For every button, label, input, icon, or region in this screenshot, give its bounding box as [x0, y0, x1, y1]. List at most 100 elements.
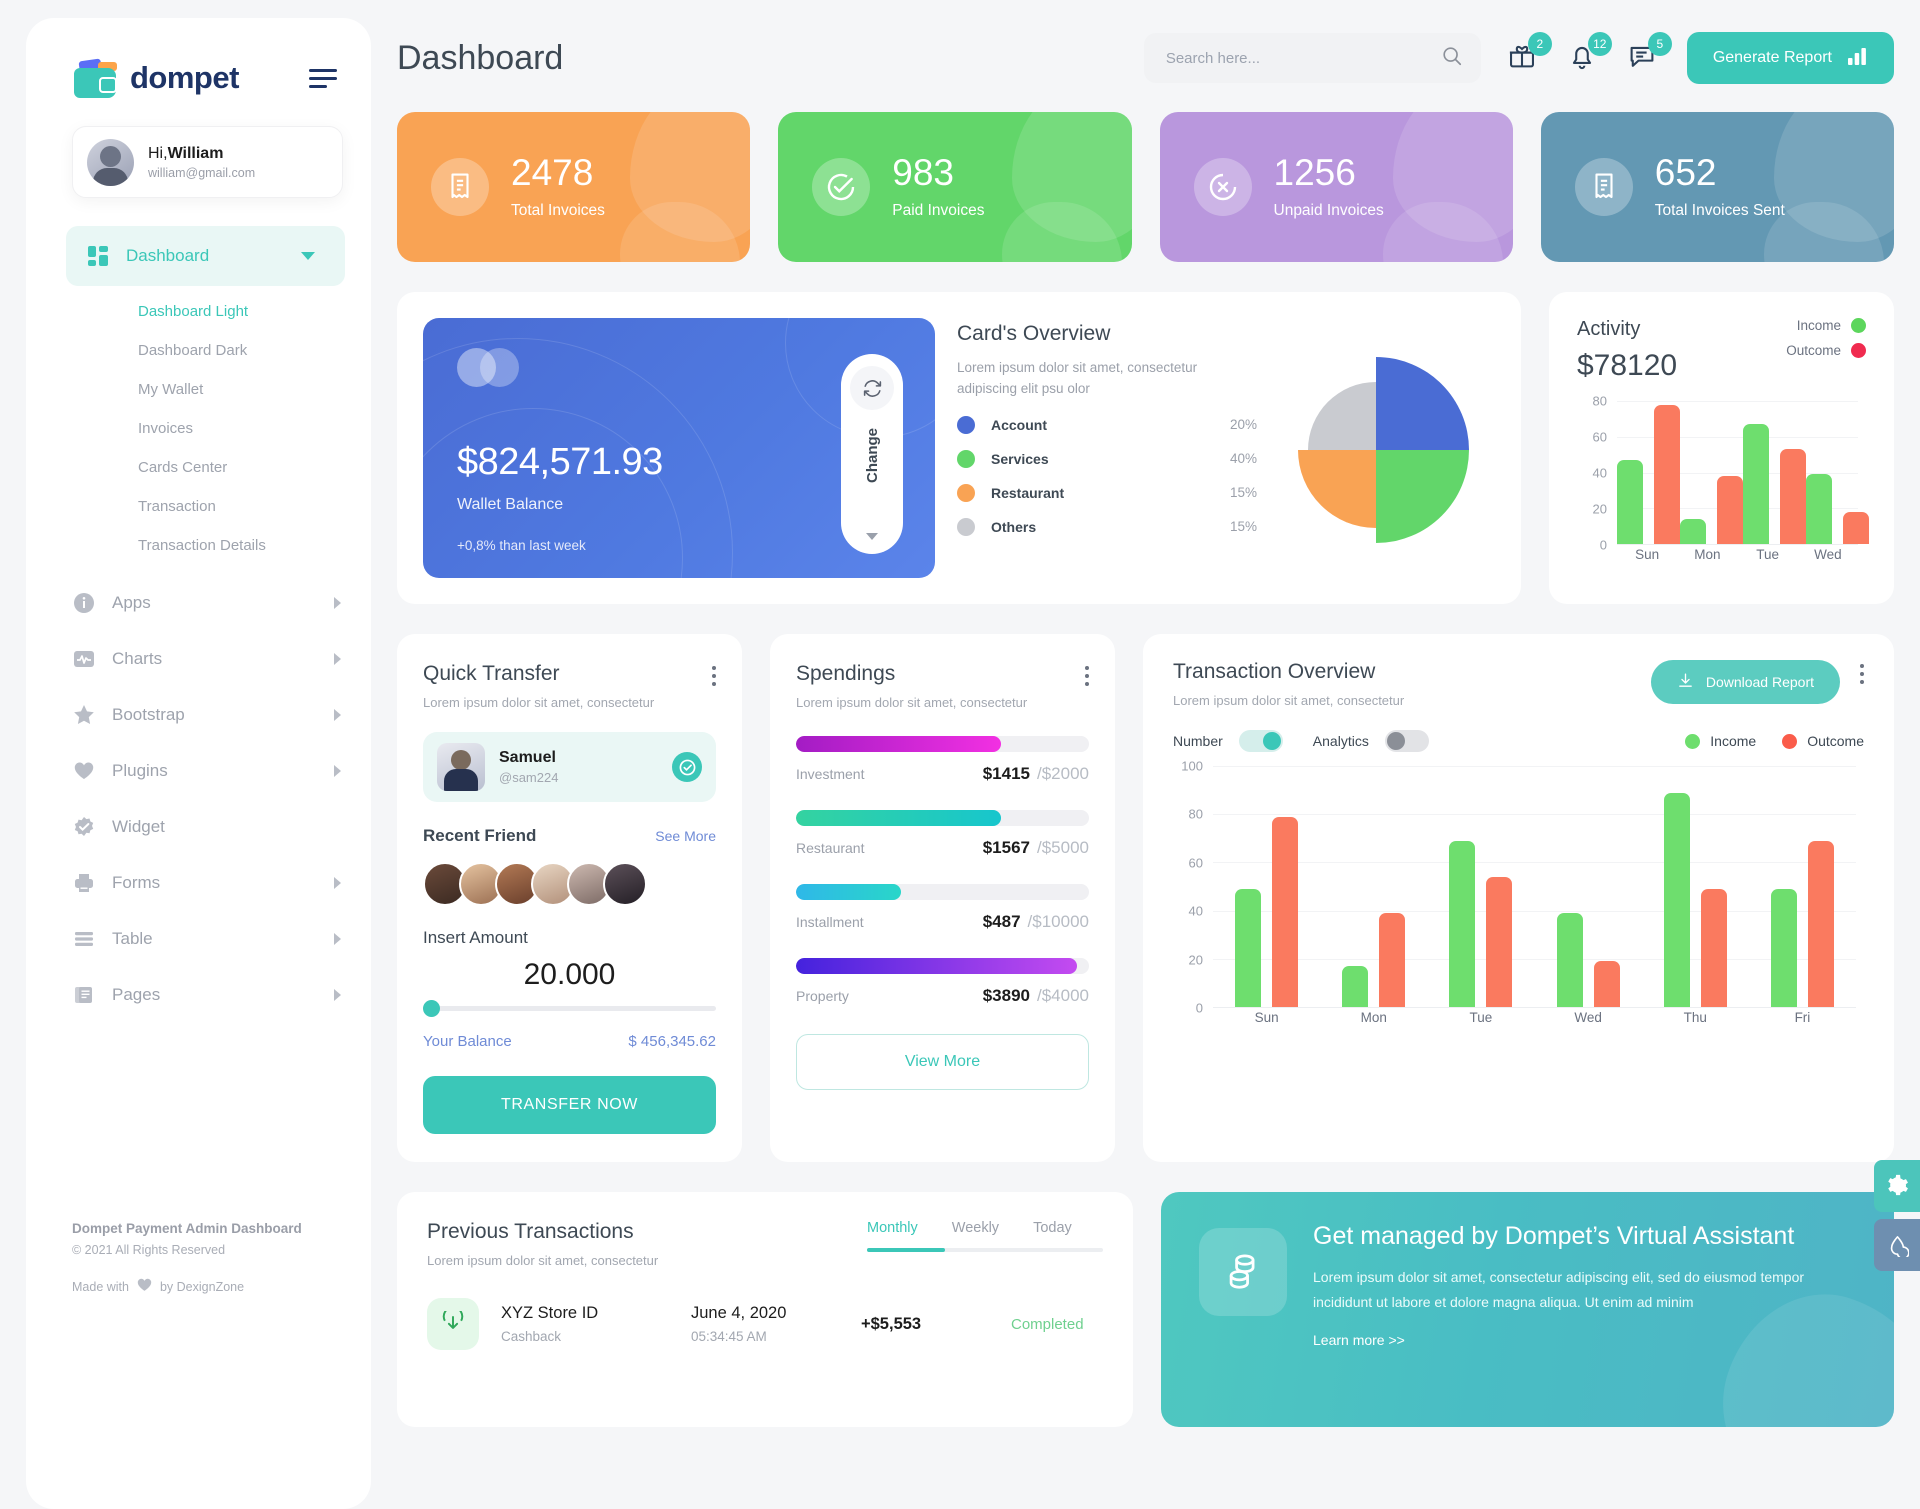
bar-outcome	[1780, 449, 1806, 544]
cards-overview-text: Card's Overview Lorem ipsum dolor sit am…	[957, 322, 1257, 578]
invoice-icon	[431, 158, 489, 216]
sidebar-item-dashboard[interactable]: Dashboard	[66, 226, 345, 286]
arrow-down-circle-icon	[427, 1298, 479, 1350]
avatar	[87, 138, 134, 186]
bar-income	[1806, 474, 1832, 544]
generate-report-label: Generate Report	[1712, 49, 1832, 66]
bar-income	[1449, 840, 1476, 1007]
bar-group-mon	[1680, 401, 1743, 544]
progress-fill	[796, 884, 902, 900]
chevron-right-icon	[334, 933, 341, 945]
sidebar-subitem-my-wallet[interactable]: My Wallet	[26, 370, 371, 409]
sidebar-subitem-cards-center[interactable]: Cards Center	[26, 448, 371, 487]
sidebar-item-label: Table	[112, 929, 153, 948]
see-more-link[interactable]: See More	[655, 828, 716, 844]
sidebar-item-pages[interactable]: Pages	[26, 967, 371, 1023]
legend-label: Income	[1796, 318, 1841, 333]
refresh-icon[interactable]	[850, 366, 894, 410]
wallet-balance-card[interactable]: $824,571.93 Wallet Balance +0,8% than la…	[423, 318, 935, 578]
analytics-toggle[interactable]	[1384, 730, 1429, 752]
more-vertical-icon[interactable]	[1085, 662, 1089, 686]
stat-value: 2478	[511, 152, 594, 193]
activity-plot	[1617, 401, 1869, 545]
gift-icon[interactable]: 2	[1507, 32, 1552, 75]
bar-chart-icon	[1848, 47, 1868, 70]
download-report-button[interactable]: Download Report	[1650, 660, 1840, 704]
transaction-y-axis: 100 80 60 40 20 0	[1173, 759, 1209, 1016]
search-input[interactable]	[1165, 49, 1441, 67]
sidebar-item-charts[interactable]: Charts	[26, 631, 371, 687]
bar-income	[1663, 792, 1690, 1007]
sidebar-item-plugins[interactable]: Plugins	[26, 743, 371, 799]
app-root: dompet Hi,William william@gmail.com Dash…	[0, 0, 1920, 1509]
sidebar-item-apps[interactable]: Apps	[26, 575, 371, 631]
profile-greeting: Hi,William	[148, 144, 224, 162]
sidebar-subitem-dashboard-dark[interactable]: Dashboard Dark	[26, 331, 371, 370]
bar-group-wed	[1806, 401, 1869, 544]
stat-card-total-invoices[interactable]: 2478 Total Invoices	[397, 112, 751, 262]
wallet-change-label: Change	[863, 428, 881, 484]
generate-report-button[interactable]: Generate Report	[1686, 32, 1894, 84]
main-content: Dashboard 2 12 5	[371, 0, 1920, 1509]
x-circle-icon	[1193, 158, 1252, 216]
learn-more-link[interactable]: Learn more >>	[1313, 1332, 1856, 1348]
stat-card-unpaid-invoices[interactable]: 1256 Unpaid Invoices	[1159, 112, 1513, 262]
table-row[interactable]: XYZ Store ID Cashback June 4, 2020 05:34…	[427, 1298, 1103, 1350]
search-box[interactable]	[1143, 33, 1481, 83]
tab-indicator	[867, 1248, 1103, 1252]
sidebar-item-widget[interactable]: Widget	[26, 799, 371, 855]
water-drop-icon[interactable]	[1874, 1219, 1920, 1271]
bell-icon[interactable]: 12	[1567, 32, 1612, 75]
user-profile[interactable]: Hi,William william@gmail.com	[72, 126, 343, 198]
check-circle-icon	[812, 158, 871, 216]
slider-handle[interactable]	[423, 1000, 440, 1017]
friend-avatar[interactable]	[603, 862, 647, 906]
progress-track	[796, 736, 1089, 752]
y-tick: 0	[1195, 1000, 1203, 1016]
transfer-amount-value[interactable]: 20.000	[423, 958, 716, 992]
sidebar-subitem-invoices[interactable]: Invoices	[26, 409, 371, 448]
tab-weekly[interactable]: Weekly	[952, 1220, 999, 1246]
y-tick: 60	[1592, 429, 1607, 445]
number-toggle[interactable]	[1238, 730, 1283, 752]
sidebar-item-table[interactable]: Table	[26, 911, 371, 967]
chevron-down-icon[interactable]	[866, 533, 878, 540]
gear-icon[interactable]	[1874, 1160, 1920, 1212]
stat-card-total-invoices-sent[interactable]: 652 Total Invoices Sent	[1540, 112, 1894, 262]
progress-fill	[796, 958, 1078, 974]
printer-icon	[72, 871, 96, 895]
more-vertical-icon[interactable]	[712, 662, 716, 686]
sidebar-subitem-transaction-details[interactable]: Transaction Details	[26, 526, 371, 565]
tab-monthly[interactable]: Monthly	[867, 1220, 918, 1246]
activity-title: Activity	[1577, 318, 1641, 340]
sidebar-item-bootstrap[interactable]: Bootstrap	[26, 687, 371, 743]
transfer-now-button[interactable]: TRANSFER NOW	[423, 1076, 716, 1134]
spending-name: Installment	[796, 914, 864, 930]
search-icon[interactable]	[1441, 45, 1463, 72]
sidebar-item-label: Dashboard	[126, 246, 210, 265]
footer-made-prefix: Made with	[72, 1279, 129, 1294]
y-tick: 20	[1188, 952, 1203, 968]
more-vertical-icon[interactable]	[1860, 660, 1864, 684]
tab-today[interactable]: Today	[1033, 1220, 1072, 1246]
message-icon[interactable]: 5	[1627, 32, 1672, 75]
sidebar-item-label: Plugins	[112, 761, 168, 780]
sidebar-subitem-dashboard-light[interactable]: Dashboard Light	[26, 292, 371, 331]
amount-slider[interactable]	[423, 1000, 716, 1017]
selected-recipient[interactable]: Samuel @sam224	[423, 732, 716, 802]
hamburger-icon[interactable]	[309, 68, 337, 88]
stat-label: Total Invoices	[511, 202, 605, 219]
activity-header: Activity $78120 Income Outcome	[1577, 318, 1866, 383]
x-tick: Tue	[1469, 1010, 1493, 1025]
sidebar-item-forms[interactable]: Forms	[26, 855, 371, 911]
sidebar-subitem-transaction[interactable]: Transaction	[26, 487, 371, 526]
floating-buttons	[1874, 1160, 1920, 1278]
stat-card-paid-invoices[interactable]: 983 Paid Invoices	[778, 112, 1132, 262]
view-more-button[interactable]: View More	[796, 1034, 1089, 1090]
cards-overview-title: Card's Overview	[957, 322, 1111, 345]
wallet-change-control[interactable]: Change	[841, 354, 903, 554]
legend-item-others: Others 15%	[957, 517, 1257, 536]
transaction-overview-title: Transaction Overview	[1173, 660, 1376, 683]
footer-copyright: © 2021 All Rights Reserved	[72, 1243, 226, 1257]
legend-label: Restaurant	[991, 484, 1065, 501]
